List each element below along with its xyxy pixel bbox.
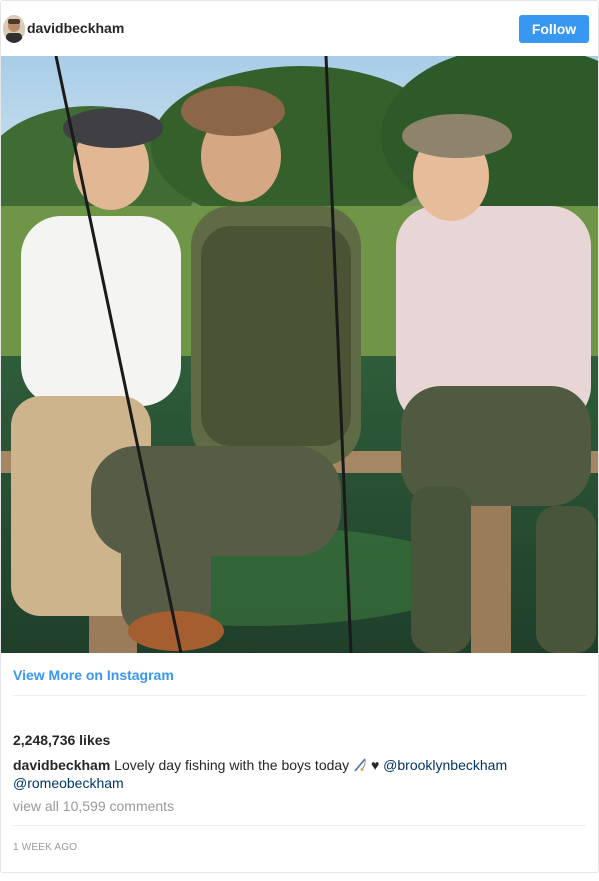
post-header: davidbeckham Follow bbox=[1, 1, 598, 56]
mention-brooklynbeckham[interactable]: @brooklynbeckham bbox=[383, 757, 507, 773]
post-photo[interactable] bbox=[1, 56, 598, 653]
post-photo-illustration bbox=[1, 56, 598, 653]
view-more-link[interactable]: View More on Instagram bbox=[13, 667, 174, 683]
post-timestamp[interactable]: 1 WEEK AGO bbox=[13, 842, 77, 853]
footer-divider bbox=[13, 695, 586, 696]
instagram-embed-card: davidbeckham Follow View More on Instagr… bbox=[0, 0, 599, 873]
heart-emoji: ♥ bbox=[370, 757, 380, 773]
mention-romeobeckham[interactable]: @romeobeckham bbox=[13, 775, 124, 791]
fishing-pole-icon bbox=[353, 758, 367, 772]
likes-count[interactable]: 2,248,736 likes bbox=[13, 732, 110, 748]
follow-button[interactable]: Follow bbox=[519, 15, 589, 43]
caption-text: Lovely day fishing with the boys today bbox=[110, 757, 354, 773]
footer-divider-bottom bbox=[13, 825, 586, 826]
view-all-comments-link[interactable]: view all 10,599 comments bbox=[13, 798, 174, 814]
caption-username[interactable]: davidbeckham bbox=[13, 757, 110, 773]
header-username[interactable]: davidbeckham bbox=[27, 20, 124, 36]
post-caption: davidbeckham Lovely day fishing with the… bbox=[13, 756, 588, 792]
avatar[interactable] bbox=[3, 15, 25, 43]
